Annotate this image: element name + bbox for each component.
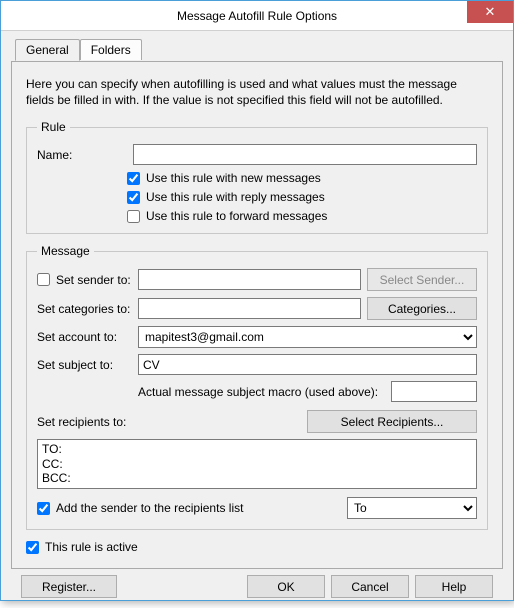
use-new-messages-label: Use this rule with new messages [146, 171, 321, 185]
button-spacer [123, 575, 241, 598]
select-sender-button[interactable]: Select Sender... [367, 268, 477, 291]
intro-text: Here you can specify when autofilling is… [26, 76, 488, 108]
bottom-button-bar: Register... OK Cancel Help [11, 569, 503, 598]
register-button[interactable]: Register... [21, 575, 117, 598]
add-sender-mode-select[interactable]: To [347, 497, 477, 519]
use-forward-messages-checkbox[interactable] [127, 210, 140, 223]
set-sender-checkbox[interactable] [37, 273, 50, 286]
use-new-messages-checkbox[interactable] [127, 172, 140, 185]
use-reply-messages-checkbox[interactable] [127, 191, 140, 204]
tab-folders[interactable]: Folders [80, 39, 142, 60]
rule-active-checkbox[interactable] [26, 541, 39, 554]
select-recipients-button[interactable]: Select Recipients... [307, 410, 477, 433]
add-sender-label: Add the sender to the recipients list [56, 501, 243, 515]
macro-label: Actual message subject macro (used above… [138, 385, 385, 399]
client-area: GeneralFolders Here you can specify when… [1, 31, 513, 608]
use-forward-messages-label: Use this rule to forward messages [146, 209, 327, 223]
tab-strip: GeneralFolders [15, 39, 503, 61]
dialog-window: Message Autofill Rule Options ✕ GeneralF… [0, 0, 514, 601]
titlebar: Message Autofill Rule Options ✕ [1, 1, 513, 31]
categories-button[interactable]: Categories... [367, 297, 477, 320]
help-button[interactable]: Help [415, 575, 493, 598]
cancel-button[interactable]: Cancel [331, 575, 409, 598]
set-subject-label: Set subject to: [37, 358, 132, 372]
tab-general[interactable]: General [15, 39, 80, 61]
name-input[interactable] [133, 144, 477, 165]
set-account-label: Set account to: [37, 330, 132, 344]
name-label: Name: [37, 148, 127, 162]
rule-legend: Rule [37, 120, 70, 134]
set-account-select[interactable]: mapitest3@gmail.com [138, 326, 477, 348]
message-group: Message Set sender to: Select Sender... … [26, 244, 488, 530]
set-sender-input[interactable] [138, 269, 361, 290]
macro-input[interactable] [391, 381, 477, 402]
tab-page-general: Here you can specify when autofilling is… [11, 61, 503, 569]
rule-active-label: This rule is active [45, 540, 138, 554]
recipients-box[interactable]: TO: CC: BCC: [37, 439, 477, 489]
close-icon[interactable]: ✕ [467, 1, 513, 23]
use-reply-messages-label: Use this rule with reply messages [146, 190, 325, 204]
set-sender-label: Set sender to: [56, 273, 131, 287]
set-subject-input[interactable] [138, 354, 477, 375]
add-sender-checkbox[interactable] [37, 502, 50, 515]
window-title: Message Autofill Rule Options [177, 9, 337, 23]
ok-button[interactable]: OK [247, 575, 325, 598]
message-legend: Message [37, 244, 94, 258]
set-categories-label: Set categories to: [37, 302, 132, 316]
rule-group: Rule Name: Use this rule with new messag… [26, 120, 488, 234]
set-recipients-label: Set recipients to: [37, 415, 301, 429]
set-categories-input[interactable] [138, 298, 361, 319]
